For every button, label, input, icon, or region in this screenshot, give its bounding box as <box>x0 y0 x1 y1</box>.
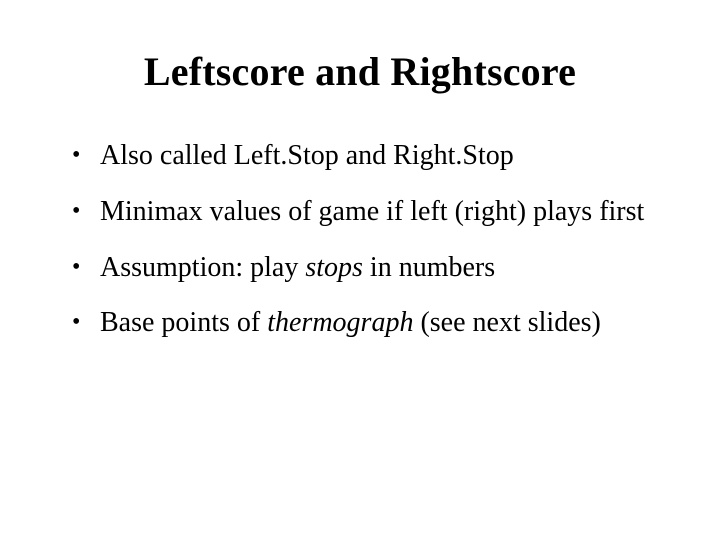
bullet-text-post: (see next slides) <box>413 307 600 338</box>
list-item: Also called Left.Stop and Right.Stop <box>72 137 660 175</box>
slide: Leftscore and Rightscore Also called Lef… <box>0 0 720 540</box>
list-item: Assumption: play stops in numbers <box>72 249 660 287</box>
list-item: Base points of thermograph (see next sli… <box>72 304 660 342</box>
slide-title: Leftscore and Rightscore <box>60 48 660 95</box>
bullet-list: Also called Left.Stop and Right.Stop Min… <box>60 137 660 342</box>
list-item: Minimax values of game if left (right) p… <box>72 193 660 231</box>
bullet-text: Also called Left.Stop and Right.Stop <box>100 140 514 171</box>
bullet-text-post: in numbers <box>363 252 495 283</box>
bullet-text-emph: thermograph <box>267 307 413 338</box>
bullet-text: Minimax values of game if left (right) p… <box>100 196 644 227</box>
bullet-text-emph: stops <box>305 252 363 283</box>
bullet-text-pre: Assumption: play <box>100 252 305 283</box>
bullet-text-pre: Base points of <box>100 307 267 338</box>
